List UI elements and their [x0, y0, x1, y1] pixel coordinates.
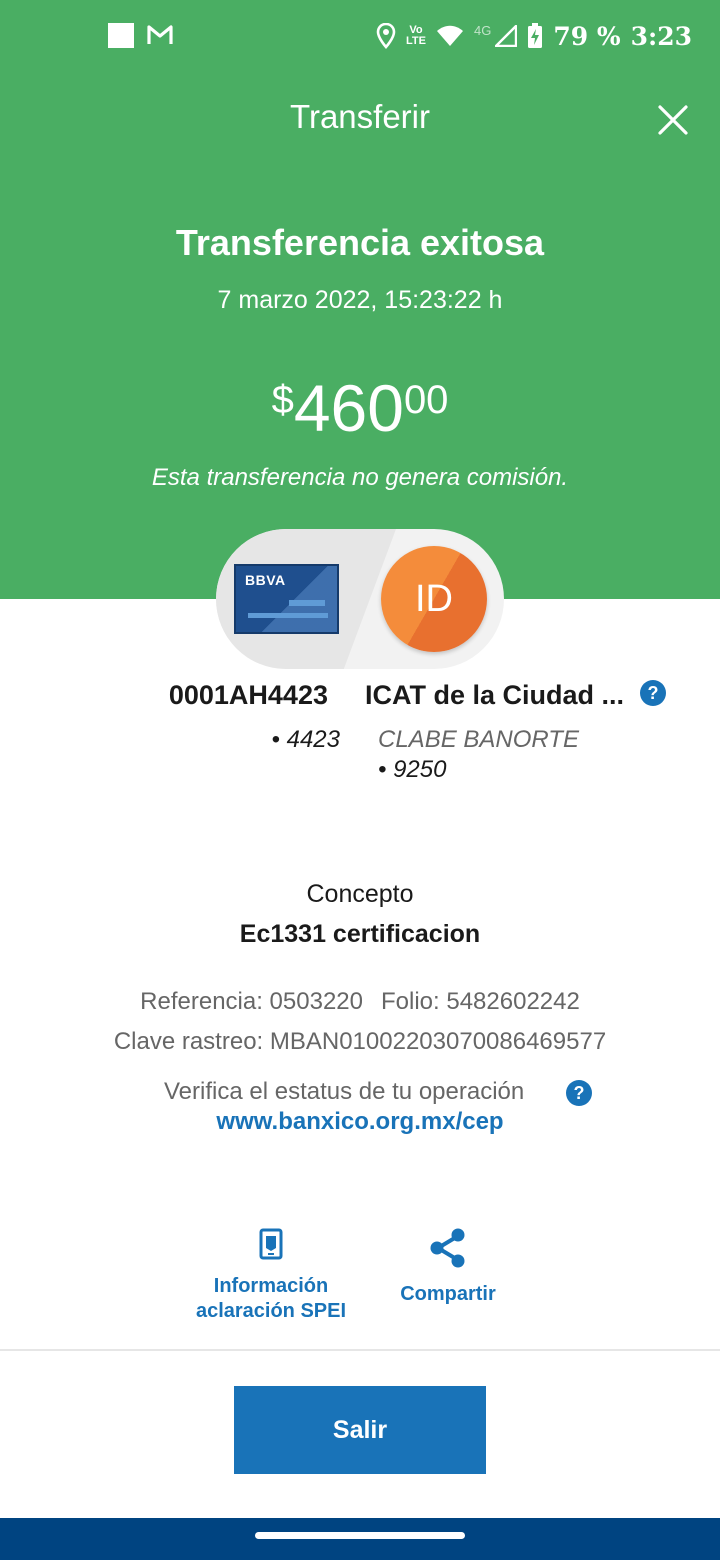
amount-integer: 460	[293, 371, 404, 445]
share-button[interactable]: Compartir	[388, 1228, 508, 1307]
spei-info-label-line2: aclaración SPEI	[195, 1300, 347, 1322]
share-label: Compartir	[400, 1283, 496, 1305]
network-type-label: 4G	[473, 22, 492, 38]
system-navigation-bar	[0, 1518, 720, 1560]
status-bar: Vo LTE 4G 79 % 3:23	[0, 0, 720, 72]
amount-currency: $	[271, 378, 294, 422]
signal-icon	[495, 25, 518, 47]
exit-button[interactable]: Salir	[234, 1386, 486, 1474]
verify-help-icon[interactable]: ?	[566, 1080, 592, 1106]
verify-status-text: Verifica el estatus de tu operación	[164, 1078, 525, 1105]
banxico-cep-link[interactable]: www.banxico.org.mx/cep	[0, 1108, 720, 1136]
spei-info-label-line1: Información	[213, 1275, 329, 1297]
wifi-icon	[436, 25, 463, 46]
battery-level: 79 %	[553, 21, 621, 51]
bbva-logo: BBVA	[245, 572, 286, 588]
clock: 3:23	[630, 21, 692, 51]
bbva-card-icon: BBVA	[234, 564, 339, 634]
page-title: Transferir	[290, 98, 430, 135]
share-icon	[430, 1228, 465, 1268]
tracking-key: Clave rastreo: MBAN01002203070086469577	[113, 1028, 607, 1055]
success-title: Transferencia exitosa	[175, 222, 545, 263]
destination-bank: CLABE BANORTE	[378, 726, 579, 753]
folio-value: Folio: 5482602242	[381, 988, 580, 1015]
reference-line: Referencia: 0503220 Folio: 5482602242	[0, 988, 720, 1016]
spei-info-button[interactable]: Información aclaración SPEI	[180, 1228, 362, 1324]
origin-account-number: • 4423	[271, 726, 340, 753]
destination-help-icon[interactable]: ?	[640, 680, 666, 706]
battery-charging-icon	[528, 23, 543, 48]
destination-account-name: ICAT de la Ciudad ...	[365, 680, 625, 710]
concept-label: Concepto	[306, 880, 414, 908]
commission-note: Esta transferencia no genera comisión.	[151, 464, 569, 491]
amount-decimals: 00	[403, 378, 449, 422]
origin-account-name: 0001AH4423	[168, 680, 328, 710]
reference-value: Referencia: 0503220	[140, 988, 363, 1015]
home-indicator[interactable]	[255, 1532, 465, 1539]
footer-divider	[0, 1349, 720, 1351]
concept-value: Ec1331 certificacion	[239, 920, 481, 948]
transfer-amount: $46000	[0, 370, 720, 446]
close-icon[interactable]	[656, 103, 690, 137]
notification-square-icon	[108, 23, 134, 48]
transfer-datetime: 7 marzo 2022, 15:23:22 h	[217, 286, 503, 314]
transfer-parties-pill: BBVA ID	[216, 529, 504, 669]
gmail-icon	[147, 25, 173, 44]
phone-document-icon	[259, 1228, 283, 1260]
volte-icon: Vo LTE	[406, 24, 426, 47]
location-icon	[376, 23, 396, 49]
destination-account-number: • 9250	[378, 756, 447, 783]
destination-avatar: ID	[381, 546, 487, 652]
